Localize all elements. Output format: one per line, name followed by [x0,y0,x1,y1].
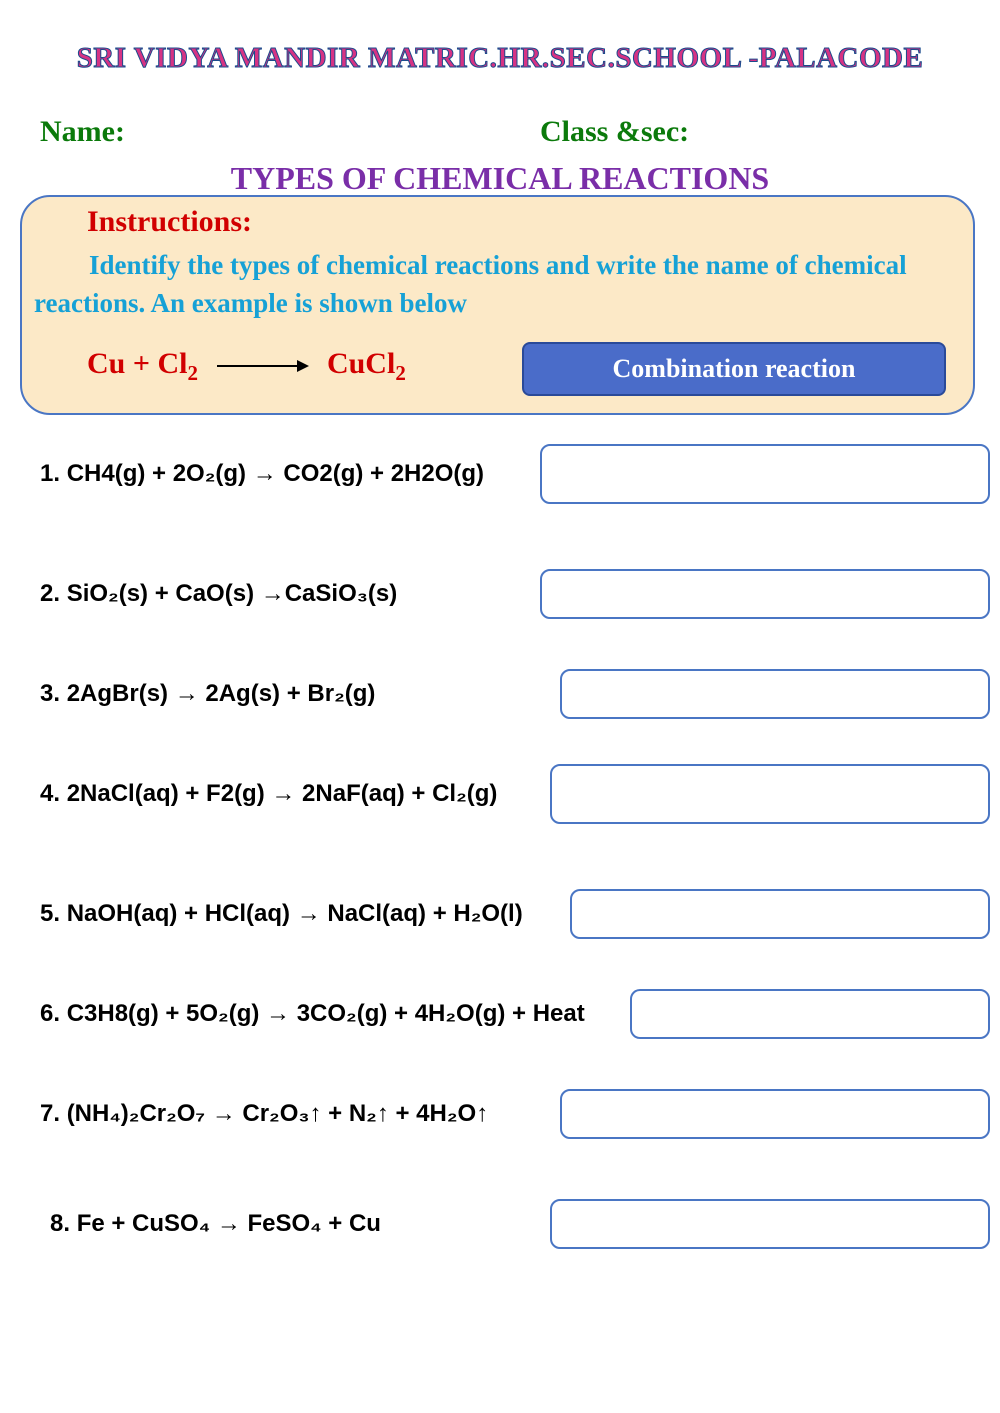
example-lhs-sub: 2 [187,361,198,385]
question-text: 1. CH4(g) + 2O₂(g) → CO2(g) + 2H2O(g) [40,460,484,488]
answer-input-3[interactable] [560,669,990,719]
question-row-8: 8. Fe + CuSO₄ → FeSO₄ + Cu [40,1210,960,1238]
question-text: 7. (NH₄)₂Cr₂O₇ → Cr₂O₃↑ + N₂↑ + 4H₂O↑ [40,1100,488,1128]
example-lhs: Cu + Cl [87,347,187,380]
question-text: 5. NaOH(aq) + HCl(aq) → NaCl(aq) + H₂O(l… [40,900,523,928]
class-sec-label: Class &sec: [540,115,689,149]
question-text: 4. 2NaCl(aq) + F2(g) → 2NaF(aq) + Cl₂(g) [40,780,497,808]
worksheet-page: SRI VIDYA MANDIR MATRIC.HR.SEC.SCHOOL -P… [0,0,1000,1413]
instructions-heading: Instructions: [87,205,252,239]
example-equation: Cu + Cl2 CuCl2 [87,347,406,386]
question-text: 3. 2AgBr(s) → 2Ag(s) + Br₂(g) [40,680,375,708]
question-row-3: 3. 2AgBr(s) → 2Ag(s) + Br₂(g) [40,680,960,708]
topic-title: TYPES OF CHEMICAL REACTIONS [0,160,1000,197]
question-row-2: 2. SiO₂(s) + CaO(s) →CaSiO₃(s) [40,580,960,608]
answer-input-7[interactable] [560,1089,990,1139]
question-text: 2. SiO₂(s) + CaO(s) →CaSiO₃(s) [40,580,397,608]
example-rhs: CuCl [327,347,395,380]
answer-input-1[interactable] [540,444,990,504]
instructions-body: Identify the types of chemical reactions… [34,247,961,323]
question-row-1: 1. CH4(g) + 2O₂(g) → CO2(g) + 2H2O(g) [40,460,960,488]
question-row-6: 6. C3H8(g) + 5O₂(g) → 3CO₂(g) + 4H₂O(g) … [40,1000,960,1028]
answer-input-4[interactable] [550,764,990,824]
instructions-box: Instructions: Identify the types of chem… [20,195,975,415]
question-text: 8. Fe + CuSO₄ → FeSO₄ + Cu [50,1210,381,1238]
question-row-5: 5. NaOH(aq) + HCl(aq) → NaCl(aq) + H₂O(l… [40,900,960,928]
school-title: SRI VIDYA MANDIR MATRIC.HR.SEC.SCHOOL -P… [0,42,1000,75]
answer-input-5[interactable] [570,889,990,939]
answer-input-6[interactable] [630,989,990,1039]
question-row-7: 7. (NH₄)₂Cr₂O₇ → Cr₂O₃↑ + N₂↑ + 4H₂O↑ [40,1100,960,1128]
arrow-icon [217,365,307,367]
name-label: Name: [40,115,125,149]
answer-input-8[interactable] [550,1199,990,1249]
example-rhs-sub: 2 [395,361,406,385]
question-text: 6. C3H8(g) + 5O₂(g) → 3CO₂(g) + 4H₂O(g) … [40,1000,585,1028]
question-row-4: 4. 2NaCl(aq) + F2(g) → 2NaF(aq) + Cl₂(g) [40,780,960,808]
answer-input-2[interactable] [540,569,990,619]
example-answer-badge: Combination reaction [522,342,946,396]
